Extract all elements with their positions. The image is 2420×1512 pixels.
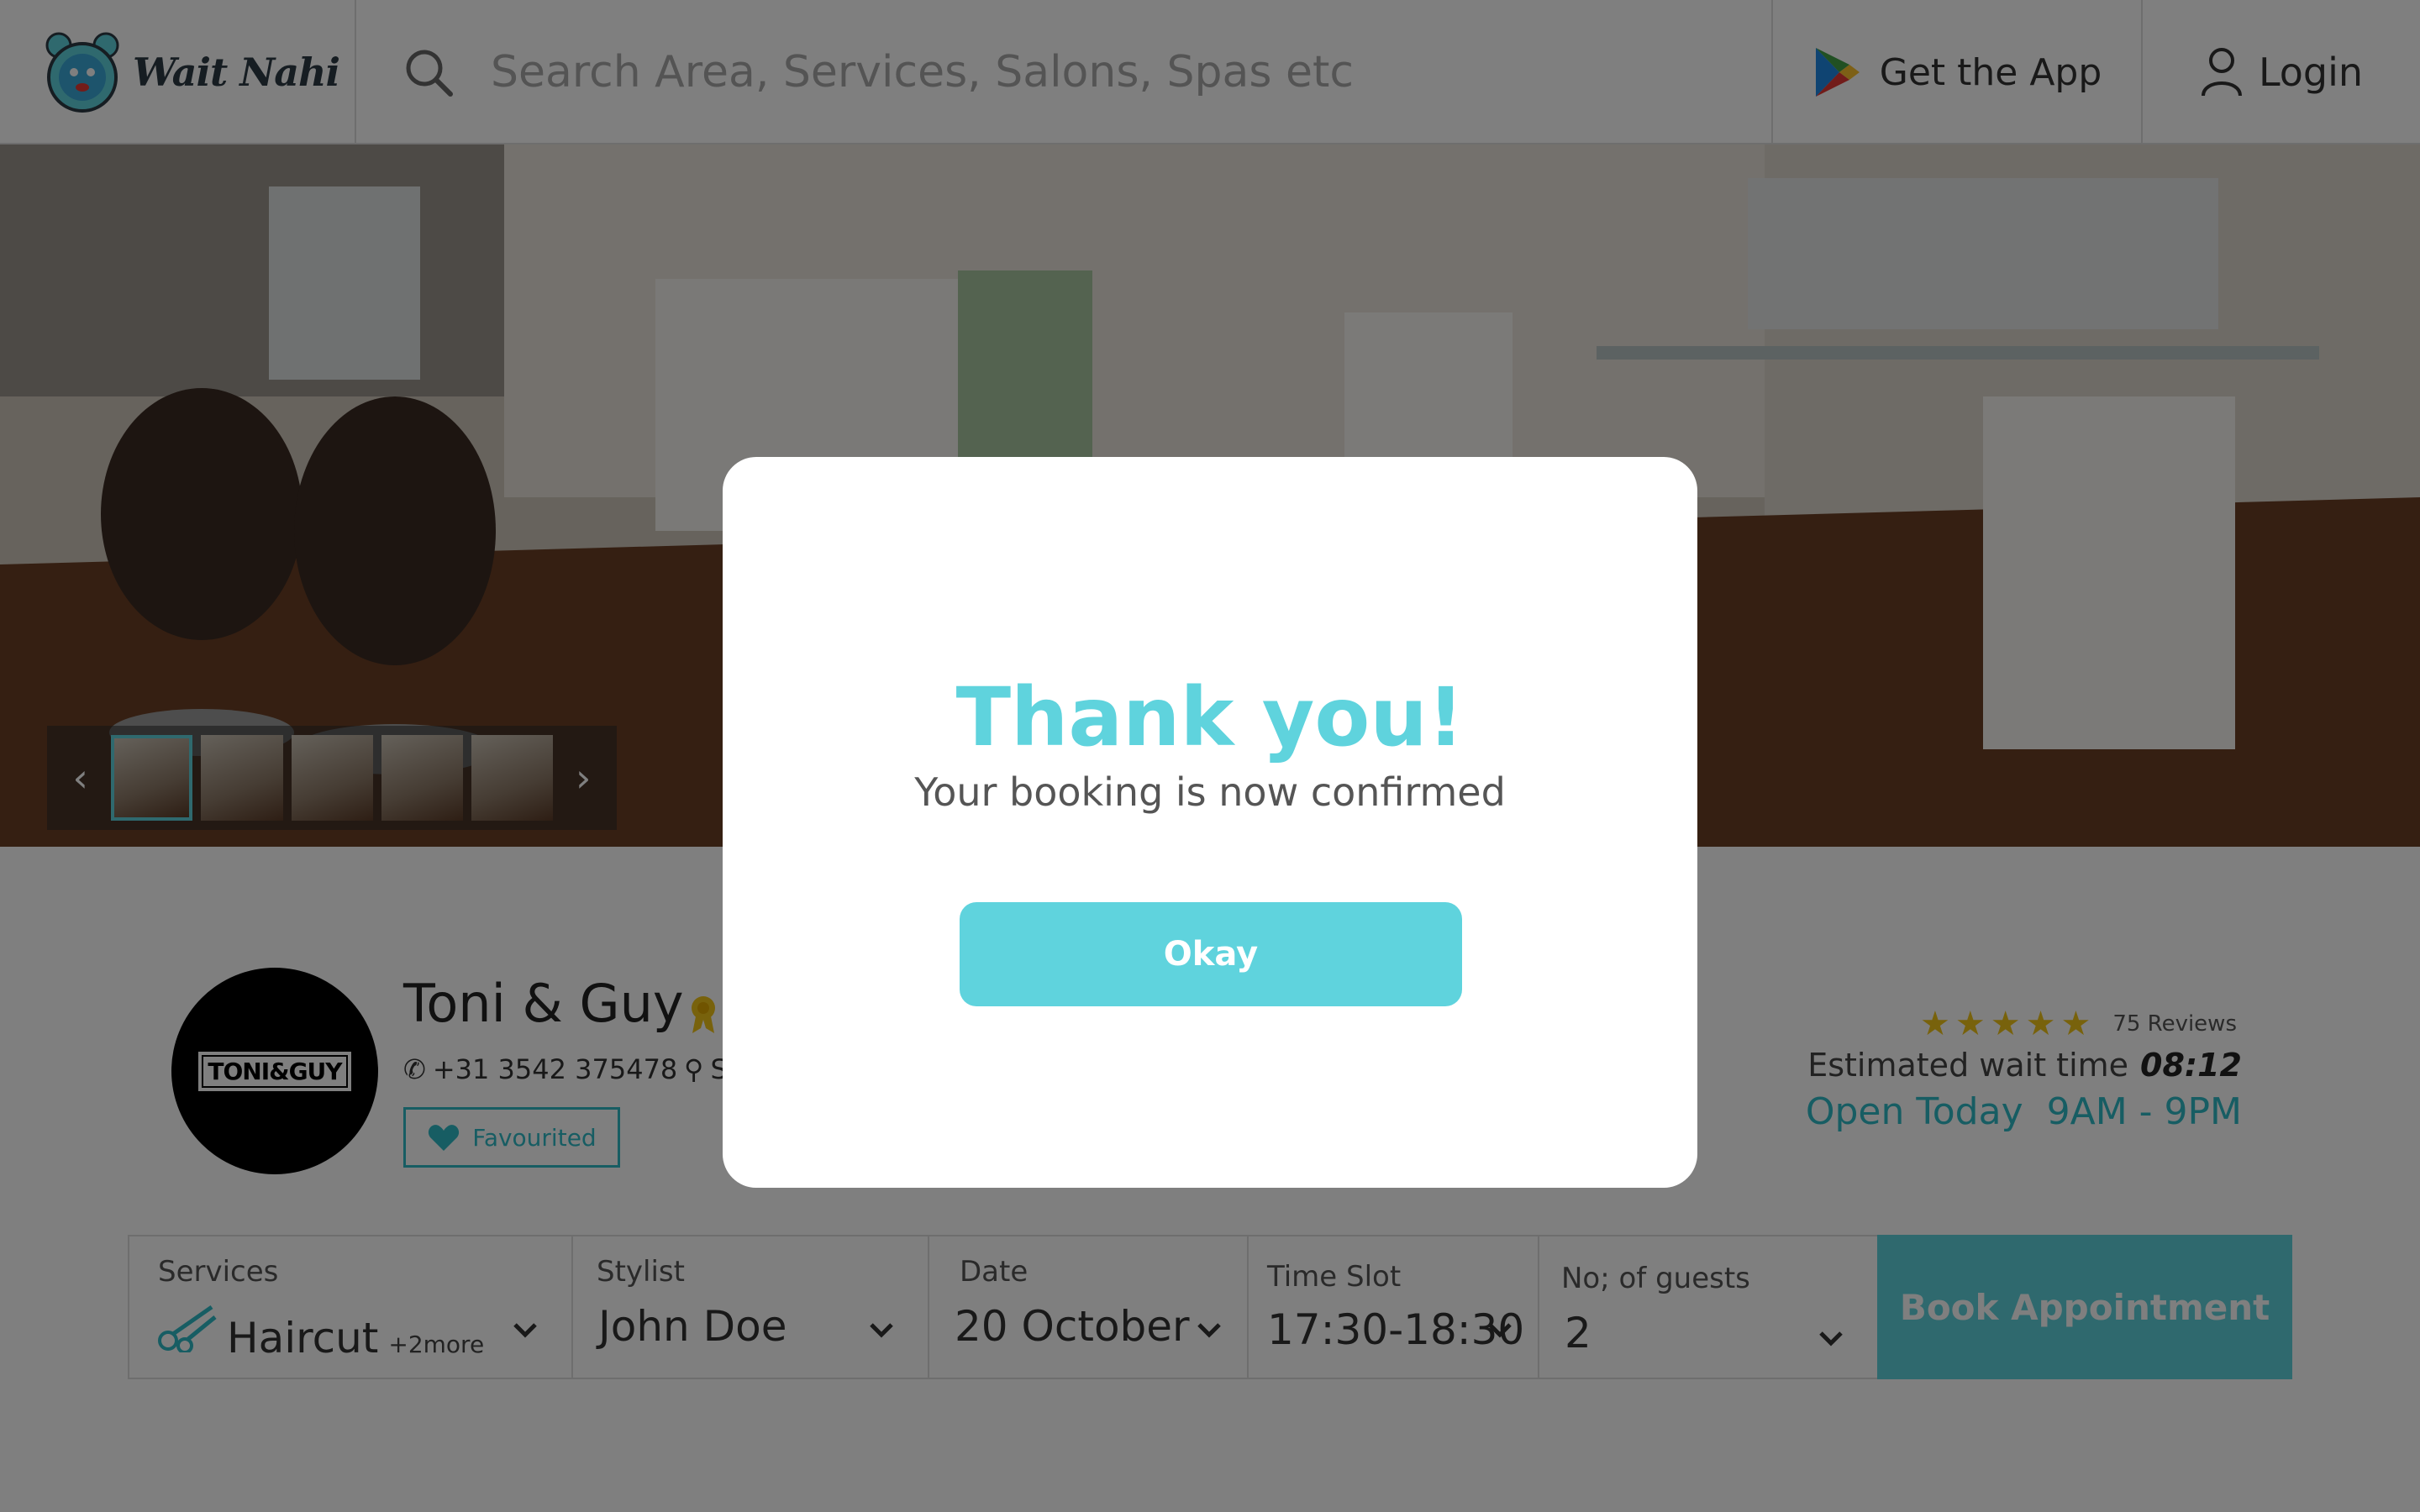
booking-confirmation-dialog: Thank you! Your booking is now confirmed… (723, 457, 1697, 1188)
okay-button[interactable]: Okay (960, 902, 1462, 1006)
dialog-message: Your booking is now confirmed (914, 769, 1506, 815)
dialog-title: Thank you! (955, 670, 1465, 764)
